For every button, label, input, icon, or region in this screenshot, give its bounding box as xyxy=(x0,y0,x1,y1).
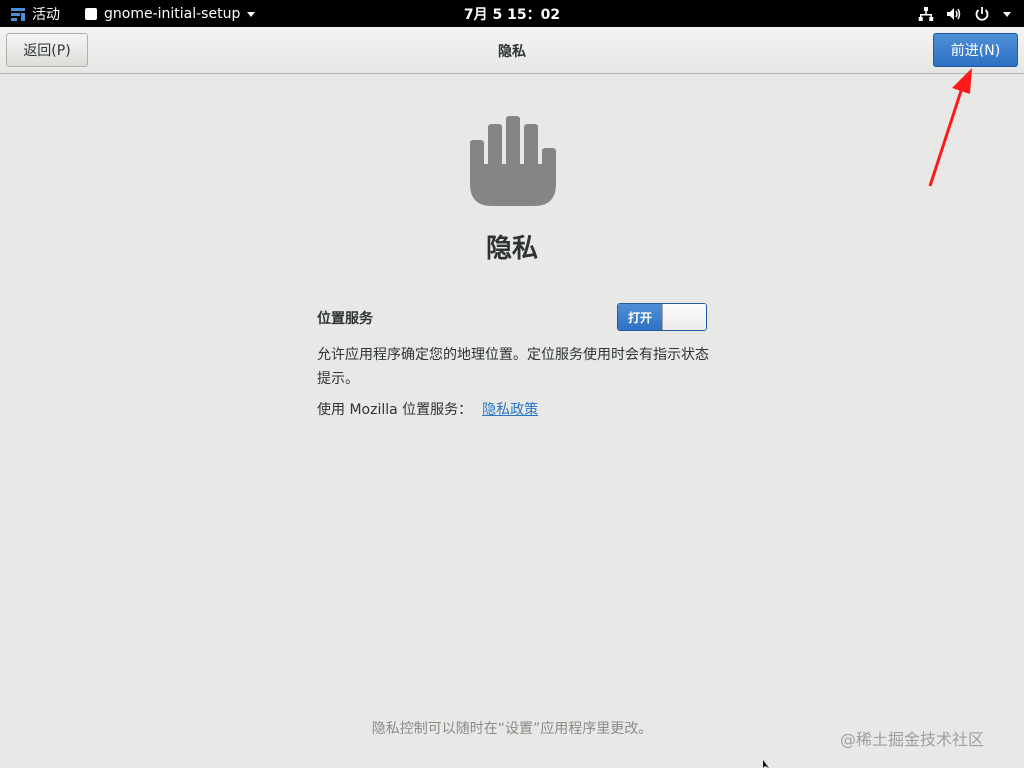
mozilla-service-line: 使用 Mozilla 位置服务： 隐私政策 xyxy=(317,399,538,419)
annotation-arrow-icon xyxy=(928,68,972,187)
app-name: gnome-initial-setup xyxy=(104,6,241,22)
power-icon xyxy=(975,7,989,21)
mouse-cursor-icon xyxy=(763,760,769,768)
network-icon xyxy=(918,7,934,21)
chevron-down-icon xyxy=(1003,12,1011,17)
activities-button[interactable]: 活动 xyxy=(10,4,60,24)
next-button[interactable]: 前进(N) xyxy=(933,33,1018,67)
switch-knob xyxy=(662,304,706,330)
header-bar: 返回(P) 隐私 前进(N) xyxy=(0,27,1024,74)
watermark: @稀土掘金技术社区 xyxy=(840,730,985,749)
back-button[interactable]: 返回(P) xyxy=(6,33,88,67)
header-title: 隐私 xyxy=(498,44,526,60)
location-services-switch[interactable]: 打开 xyxy=(617,303,707,331)
activities-icon xyxy=(11,8,25,21)
system-tray[interactable] xyxy=(918,4,1012,24)
activities-label: 活动 xyxy=(32,7,60,23)
clock[interactable]: 7月 5 15：02 xyxy=(464,4,560,24)
location-services-description: 允许应用程序确定您的地理位置。定位服务使用时会有指示状态提示。 xyxy=(317,347,709,387)
app-menu[interactable]: gnome-initial-setup xyxy=(84,4,256,24)
mozilla-service-text: 使用 Mozilla 位置服务： xyxy=(317,402,473,418)
volume-icon xyxy=(947,8,961,20)
chevron-down-icon xyxy=(247,12,256,17)
top-bar: 活动 gnome-initial-setup 7月 5 15：02 xyxy=(0,0,1024,27)
location-services-label: 位置服务 xyxy=(317,311,373,327)
privacy-policy-link[interactable]: 隐私政策 xyxy=(482,399,538,419)
app-icon xyxy=(85,8,97,20)
page-title: 隐私 xyxy=(485,234,538,264)
switch-state-label: 打开 xyxy=(618,304,662,330)
privacy-hand-icon xyxy=(470,116,556,206)
